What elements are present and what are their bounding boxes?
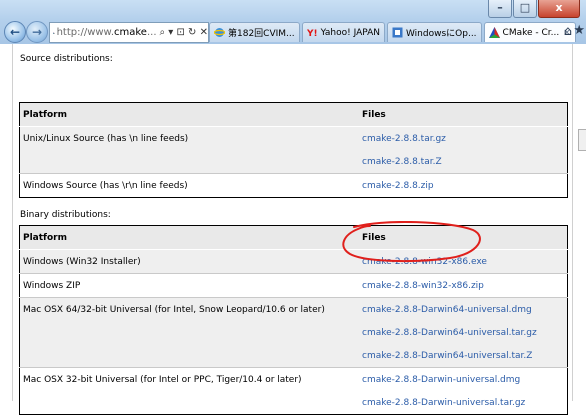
yahoo-icon: Y! [307,29,318,38]
cmake-icon [488,27,500,38]
table-row: Mac OSX 64/32-bit Universal (for Intel, … [19,297,568,321]
window-controls: – □ x [487,0,580,20]
file-link[interactable]: cmake-2.8.8.zip [362,181,434,191]
back-arrow-icon: ← [9,25,21,39]
address-bar-icons[interactable]: ⌕ ▾ ⊡ ↻ ✕ [160,27,208,38]
forward-arrow-icon: → [31,25,43,39]
platform-cell: Windows Source (has \r\n line feeds) [19,173,353,198]
files-header: Files [353,102,568,127]
table-row: Windows ZIP cmake-2.8.8-win32-x86.zip [19,273,568,298]
tab-cmake[interactable]: CMake - Cr... × [483,22,576,42]
scrollbar[interactable] [578,129,586,151]
source-distributions-table: Platform Files Unix/Linux Source (has \n… [19,102,568,198]
right-border [572,44,573,401]
file-link[interactable]: cmake-2.8.8-Darwin64-universal.tar.Z [362,351,532,361]
file-link[interactable]: cmake-2.8.8.tar.Z [362,157,442,167]
navigation-bar: ← → http://www.cmake... ⌕ ▾ ⊡ ↻ ✕ 第182回C… [0,20,586,44]
cmake-icon [53,31,55,34]
file-link[interactable]: cmake-2.8.8.tar.gz [362,134,446,144]
table-row: cmake-2.8.8-Darwin-universal.tar.gz [20,391,568,415]
favorites-star-icon[interactable]: ★ [573,23,585,38]
maximize-button[interactable]: □ [513,0,537,18]
address-bar[interactable]: http://www.cmake... ⌕ ▾ ⊡ ↻ ✕ [49,22,209,43]
file-link[interactable]: cmake-2.8.8-Darwin64-universal.dmg [362,305,532,315]
table-row: cmake-2.8.8-Darwin64-universal.tar.Z [19,344,568,368]
platform-cell: Windows (Win32 Installer) [19,249,353,274]
forward-button[interactable]: → [26,21,48,43]
table-header-row: Platform Files [19,225,568,250]
tab-yahoo[interactable]: Y! Yahoo! JAPAN [301,22,385,42]
file-link[interactable]: cmake-2.8.8-Darwin64-universal.tar.gz [362,328,537,338]
browser-chrome: – □ x ← → http://www.cmake... ⌕ ▾ ⊡ ↻ ✕ … [0,0,586,44]
minimize-button[interactable]: – [488,0,512,18]
binary-distributions-table: Platform Files Windows (Win32 Installer)… [19,225,568,415]
file-link[interactable]: cmake-2.8.8-Darwin-universal.dmg [362,375,520,385]
table-row: Unix/Linux Source (has \n line feeds) cm… [19,126,568,150]
url-text: http://www.cmake... [56,27,157,38]
platform-cell [19,150,353,174]
tab-label: Yahoo! JAPAN [320,27,380,38]
table-row: Windows Source (has \r\n line feeds) cma… [19,173,568,198]
platform-cell [19,344,353,368]
web-page: Source distributions: Platform Files Uni… [0,44,586,415]
binary-distributions-title: Binary distributions: [20,210,111,220]
table-row: cmake-2.8.8-Darwin64-universal.tar.gz [19,321,568,344]
tab-windows[interactable]: WindowsにOp... [386,22,482,42]
platform-cell: Unix/Linux Source (has \n line feeds) [19,126,353,150]
close-window-button[interactable]: x [538,0,580,18]
table-row: cmake-2.8.8.tar.Z [19,150,568,174]
table-row: Mac OSX 32-bit Universal (for Intel or P… [19,367,568,391]
tab-label: CMake - Cr... [502,27,560,38]
tab-cvim[interactable]: 第182回CVIM... [209,22,300,42]
file-link[interactable]: cmake-2.8.8-win32-x86.zip [362,281,484,291]
page-icon [392,27,403,38]
platform-header: Platform [19,102,353,127]
file-link[interactable]: cmake-2.8.8-Darwin-universal.tar.gz [362,398,525,408]
back-button[interactable]: ← [4,21,26,43]
files-header: Files [353,225,568,250]
platform-cell: Windows ZIP [19,273,353,298]
platform-cell: Mac OSX 64/32-bit Universal (for Intel, … [19,297,353,321]
platform-cell [19,321,353,344]
tab-label: 第182回CVIM... [228,29,295,39]
ie-icon [214,28,225,37]
file-link-win32-installer[interactable]: cmake-2.8.8-win32-x86.exe [362,257,487,267]
platform-cell [20,391,354,415]
source-distributions-title: Source distributions: [20,54,113,64]
left-border [12,44,13,401]
table-header-row: Platform Files [19,102,568,127]
platform-header: Platform [19,225,353,250]
home-icon[interactable]: ⌂ [564,24,572,39]
platform-cell: Mac OSX 32-bit Universal (for Intel or P… [19,367,353,391]
table-row: Windows (Win32 Installer) cmake-2.8.8-wi… [19,249,568,274]
tab-label: WindowsにOp... [405,29,477,39]
tab-strip: 第182回CVIM... Y! Yahoo! JAPAN WindowsにOp.… [209,22,578,43]
svg-text:Y!: Y! [307,29,318,38]
